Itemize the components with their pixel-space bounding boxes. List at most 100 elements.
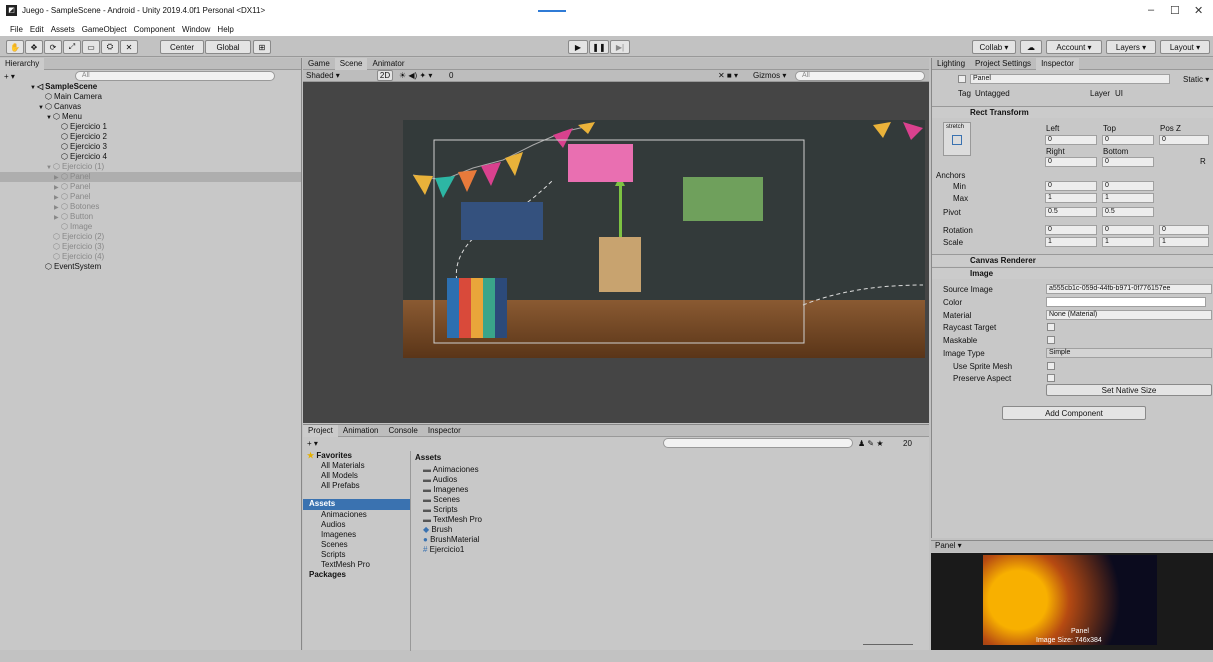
hierarchy-item[interactable]: ⬡ Main Camera (0, 92, 301, 102)
hierarchy-item[interactable]: ⬡ Ejercicio (3) (0, 242, 301, 252)
tab-project[interactable]: Project (303, 424, 338, 437)
packages-folder[interactable]: Packages (303, 570, 410, 579)
hierarchy-item[interactable]: ▶ ⬡ Panel (0, 192, 301, 202)
rotation-z[interactable]: 0 (1159, 225, 1209, 235)
source-image-field[interactable]: a555cb1c-059d-44fb-b971-0f776157ee (1046, 284, 1212, 294)
filter-icons[interactable]: ♟ ✎ ★ (858, 439, 884, 448)
collab-button[interactable]: Collab ▾ (972, 40, 1016, 54)
foldout-arrow-icon[interactable]: ▼ (46, 113, 53, 123)
maskable-checkbox[interactable] (1047, 336, 1055, 344)
shading-dropdown[interactable]: Shaded ▾ (306, 71, 340, 80)
assets-folder-selected[interactable]: Assets (303, 499, 410, 510)
custom-tool-button[interactable]: ✕ (120, 40, 138, 54)
material-field[interactable]: None (Material) (1046, 310, 1212, 320)
pivot-center-button[interactable]: Center (160, 40, 204, 54)
image-component-header[interactable]: Image (932, 267, 1213, 279)
posz-field[interactable]: 0 (1159, 135, 1209, 145)
favorite-item[interactable]: All Prefabs (303, 481, 410, 491)
asset-item[interactable]: ◆ Brush (423, 525, 482, 535)
favorite-item[interactable]: All Models (303, 471, 410, 481)
tab-animation[interactable]: Animation (338, 425, 384, 437)
object-name-field[interactable]: Panel (970, 74, 1170, 84)
asset-item[interactable]: ▬ Scripts (423, 505, 482, 515)
pivot-x[interactable]: 0.5 (1045, 207, 1097, 217)
project-search-input[interactable] (663, 438, 853, 448)
pivot-y[interactable]: 0.5 (1102, 207, 1154, 217)
tag-dropdown[interactable]: Untagged (975, 89, 1010, 98)
tab-project-settings[interactable]: Project Settings (970, 58, 1036, 70)
light-toggle-icon[interactable]: ☀ ◀) ✦ ▾ (399, 71, 432, 80)
tab-inspector[interactable]: Inspector (1036, 57, 1079, 70)
hierarchy-item[interactable]: ▶ ⬡ Botones (0, 202, 301, 212)
image-type-dropdown[interactable]: Simple (1046, 348, 1212, 358)
gizmos-dropdown[interactable]: Gizmos ▾ (753, 71, 786, 80)
project-add-button[interactable]: + ▾ (307, 439, 318, 448)
static-dropdown[interactable]: Static ▾ (1183, 75, 1209, 84)
play-button[interactable]: ▶ (568, 40, 588, 54)
pause-button[interactable]: ❚❚ (589, 40, 609, 54)
snap-grid-button[interactable]: ⊞ (253, 40, 271, 54)
zoom-slider[interactable] (863, 644, 913, 645)
menu-assets[interactable]: Assets (51, 25, 75, 34)
hierarchy-item[interactable]: ▼⬡ Ejercicio (1) (0, 162, 301, 172)
move-tool-button[interactable]: ✥ (25, 40, 43, 54)
rotation-x[interactable]: 0 (1045, 225, 1097, 235)
favorites-header[interactable]: ★ Favorites (303, 451, 410, 461)
assets-tree-folder[interactable]: Imagenes (303, 530, 410, 540)
canvas-renderer-header[interactable]: Canvas Renderer (932, 254, 1213, 266)
foldout-arrow-icon[interactable]: ▼ (46, 163, 53, 173)
hand-tool-button[interactable]: ✋ (6, 40, 24, 54)
anchor-max-x[interactable]: 1 (1045, 193, 1097, 203)
hierarchy-item[interactable]: ⬡ Ejercicio 3 (0, 142, 301, 152)
layers-dropdown[interactable]: Layers ▾ (1106, 40, 1156, 54)
use-sprite-mesh-checkbox[interactable] (1047, 362, 1055, 370)
asset-item[interactable]: ▬ Imagenes (423, 485, 482, 495)
2d-toggle[interactable]: 2D (377, 70, 393, 81)
tab-scene[interactable]: Scene (334, 57, 368, 70)
asset-item[interactable]: ● BrushMaterial (423, 535, 482, 545)
right-field[interactable]: 0 (1045, 157, 1097, 167)
menu-window[interactable]: Window (182, 25, 210, 34)
close-button[interactable]: ✕ (1194, 4, 1203, 17)
transform-tool-button[interactable]: ⛭ (101, 40, 119, 54)
assets-tree-folder[interactable]: Audios (303, 520, 410, 530)
layout-dropdown[interactable]: Layout ▾ (1160, 40, 1210, 54)
assets-tree-folder[interactable]: Scenes (303, 540, 410, 550)
hierarchy-search-input[interactable]: All (74, 71, 275, 81)
hierarchy-item[interactable]: ⬡ Ejercicio (4) (0, 252, 301, 262)
hierarchy-item[interactable]: ▼⬡ Menu (0, 112, 301, 122)
menu-edit[interactable]: Edit (30, 25, 44, 34)
menu-help[interactable]: Help (217, 25, 233, 34)
hierarchy-item[interactable]: ▼◁ SampleScene (0, 82, 301, 92)
hierarchy-item[interactable]: ⬡ Ejercicio (2) (0, 232, 301, 242)
scale-y[interactable]: 1 (1102, 237, 1154, 247)
scale-tool-button[interactable]: ⤢ (63, 40, 81, 54)
set-native-size-button[interactable]: Set Native Size (1046, 384, 1212, 396)
add-component-button[interactable]: Add Component (1002, 406, 1146, 420)
foldout-arrow-icon[interactable]: ▼ (38, 103, 45, 113)
left-field[interactable]: 0 (1045, 135, 1097, 145)
tools-icon[interactable]: ✕ ■ ▾ (718, 71, 738, 80)
bottom-field[interactable]: 0 (1102, 157, 1154, 167)
asset-item[interactable]: ▬ TextMesh Pro (423, 515, 482, 525)
scale-x[interactable]: 1 (1045, 237, 1097, 247)
assets-tree-folder[interactable]: Scripts (303, 550, 410, 560)
hierarchy-item[interactable]: ▼⬡ Canvas (0, 102, 301, 112)
assets-tree-folder[interactable]: Animaciones (303, 510, 410, 520)
hierarchy-item[interactable]: ⬡ Ejercicio 1 (0, 122, 301, 132)
maximize-button[interactable]: ☐ (1170, 4, 1180, 17)
rotate-tool-button[interactable]: ⟳ (44, 40, 62, 54)
cloud-icon[interactable]: ☁ (1020, 40, 1042, 54)
raycast-checkbox[interactable] (1047, 323, 1055, 331)
anchor-max-y[interactable]: 1 (1102, 193, 1154, 203)
menu-gameobject[interactable]: GameObject (82, 25, 127, 34)
asset-item[interactable]: ▬ Scenes (423, 495, 482, 505)
tab-game[interactable]: Game (303, 58, 335, 70)
account-dropdown[interactable]: Account ▾ (1046, 40, 1102, 54)
menu-component[interactable]: Component (134, 25, 175, 34)
foldout-arrow-icon[interactable]: ▼ (30, 83, 37, 93)
scale-z[interactable]: 1 (1159, 237, 1209, 247)
hierarchy-item[interactable]: ⬡ EventSystem (0, 262, 301, 272)
anchor-min-x[interactable]: 0 (1045, 181, 1097, 191)
asset-item[interactable]: ▬ Animaciones (423, 465, 482, 475)
